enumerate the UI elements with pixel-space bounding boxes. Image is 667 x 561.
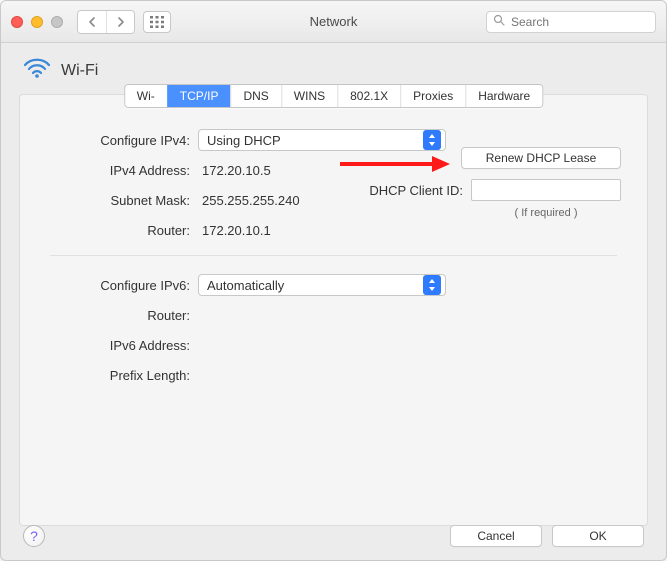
show-all-button[interactable] [143,11,171,33]
ipv6-router-label: Router: [50,308,190,323]
cancel-button[interactable]: Cancel [450,525,542,547]
back-button[interactable] [78,11,106,33]
configure-ipv6-value: Automatically [207,278,284,293]
tab-bar: Wi-Fi TCP/IP DNS WINS 802.1X Proxies Har… [124,84,543,108]
forward-button[interactable] [106,11,134,33]
search-icon [493,14,505,29]
configure-ipv4-label: Configure IPv4: [50,133,190,148]
help-button[interactable]: ? [23,525,45,547]
prefix-length-label: Prefix Length: [50,368,190,383]
if-required-hint: ( If required ) [471,207,621,219]
close-icon[interactable] [11,16,23,28]
settings-panel: Wi-Fi TCP/IP DNS WINS 802.1X Proxies Har… [19,94,648,526]
search-field[interactable] [486,11,656,33]
configure-ipv6-select[interactable]: Automatically [198,274,446,296]
dhcp-side-panel: Renew DHCP Lease DHCP Client ID: ( If re… [431,147,621,219]
ok-button[interactable]: OK [552,525,644,547]
interface-name: Wi-Fi [61,62,98,80]
ipv4-router-label: Router: [50,223,190,238]
nav-back-forward [77,10,135,34]
ipv4-address-value: 172.20.10.5 [198,163,458,178]
preferences-window: Network Wi-Fi Wi-Fi TCP/IP [0,0,667,561]
dhcp-client-id-input[interactable] [471,179,621,201]
dhcp-client-id-label: DHCP Client ID: [369,183,463,198]
search-input[interactable] [509,14,649,30]
tab-tcpip[interactable]: TCP/IP [167,85,231,107]
wifi-icon [23,57,51,84]
tab-wins[interactable]: WINS [281,85,337,107]
ipv4-router-value: 172.20.10.1 [198,223,458,238]
renew-dhcp-lease-button[interactable]: Renew DHCP Lease [461,147,621,169]
configure-ipv6-label: Configure IPv6: [50,278,190,293]
section-divider [50,255,617,256]
select-arrows-icon [423,275,441,295]
zoom-icon [51,16,63,28]
tab-wifi[interactable]: Wi-Fi [125,85,167,107]
configure-ipv4-value: Using DHCP [207,133,281,148]
minimize-icon[interactable] [31,16,43,28]
subnet-mask-label: Subnet Mask: [50,193,190,208]
ipv4-address-label: IPv4 Address: [50,163,190,178]
tab-dns[interactable]: DNS [230,85,280,107]
dialog-footer: ? Cancel OK [1,512,666,560]
tcpip-form: Configure IPv4: Using DHCP IPv4 Address:… [20,95,647,400]
configure-ipv4-select[interactable]: Using DHCP [198,129,446,151]
titlebar: Network [1,1,666,43]
ipv6-address-label: IPv6 Address: [50,338,190,353]
window-controls [11,16,63,28]
tab-proxies[interactable]: Proxies [400,85,465,107]
tab-8021x[interactable]: 802.1X [337,85,400,107]
tab-hardware[interactable]: Hardware [465,85,542,107]
